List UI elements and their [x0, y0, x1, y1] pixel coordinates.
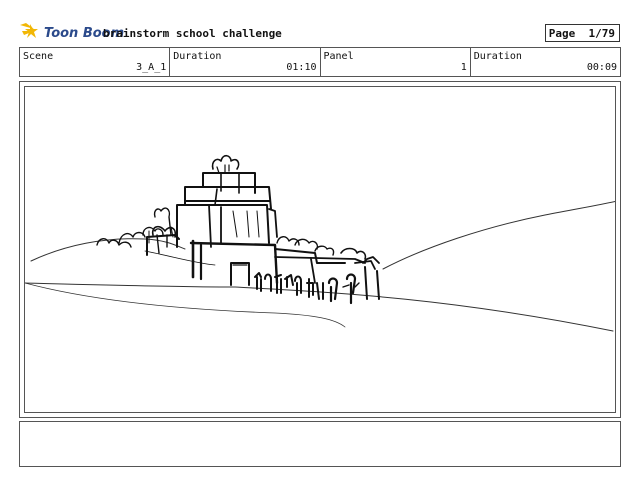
scene-duration-value: 01:10: [286, 62, 317, 73]
storyboard-sketch: [25, 154, 615, 332]
storyboard-panel-image: [24, 86, 616, 413]
scene-duration-cell: Duration 01:10: [170, 48, 321, 76]
scene-cell: Scene 3_A_1: [20, 48, 171, 76]
panel-label: Panel: [323, 51, 354, 62]
page-label: Page: [548, 27, 576, 40]
panel-info-row: Scene 3_A_1 Duration 01:10 Panel 1 Durat…: [19, 47, 621, 77]
star-logo-icon: [20, 21, 42, 45]
panel-value: 1: [460, 62, 467, 73]
panel-cell: Panel 1: [321, 48, 471, 76]
page-indicator: Page 1/79: [544, 24, 620, 42]
scene-duration-label: Duration: [173, 51, 222, 62]
page-number: 1/79: [588, 27, 616, 40]
storyboard-panel-frame: [19, 81, 621, 418]
scene-value: 3_A_1: [136, 62, 167, 73]
panel-notes-box: [19, 421, 621, 467]
scene-label: Scene: [23, 51, 54, 62]
project-title: brainstorm school challenge: [103, 27, 282, 40]
panel-duration-label: Duration: [473, 51, 522, 62]
panel-duration-cell: Duration 00:09: [471, 48, 620, 76]
panel-duration-value: 00:09: [586, 62, 617, 73]
